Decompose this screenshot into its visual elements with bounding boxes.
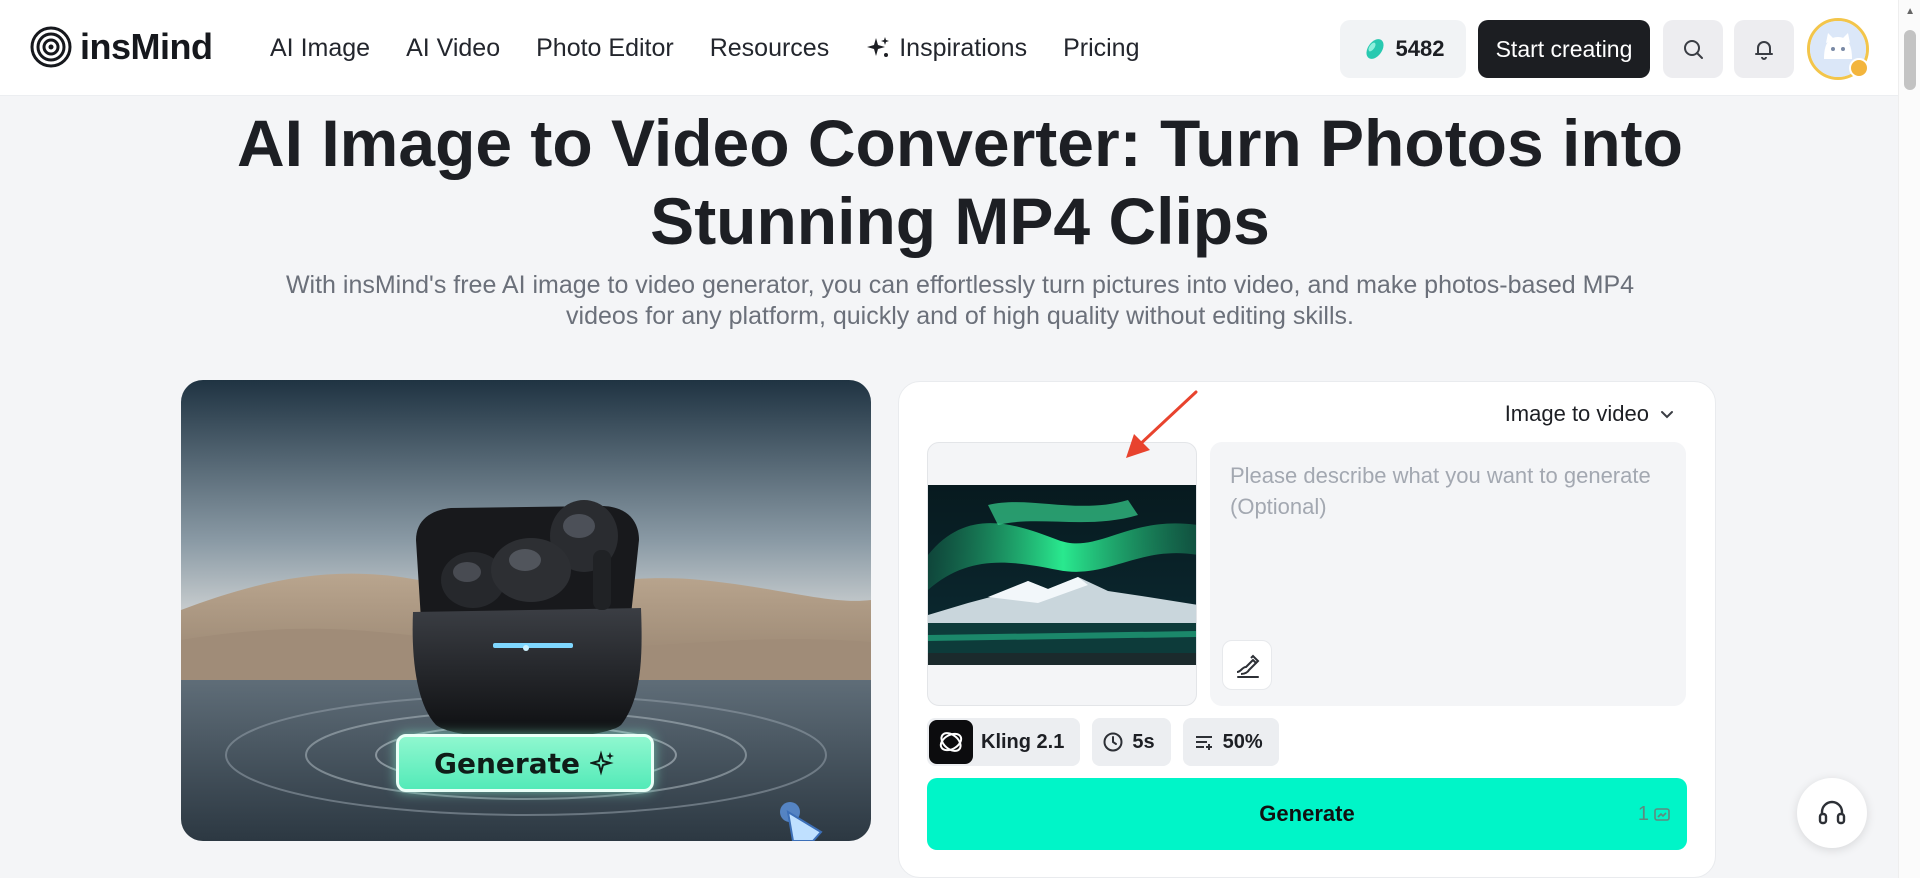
model-name: Kling 2.1 <box>981 730 1065 753</box>
nav-inspirations-label: Inspirations <box>899 33 1028 62</box>
nav-pricing[interactable]: Pricing <box>1063 34 1139 63</box>
search-icon <box>1684 40 1703 59</box>
credits-balance[interactable]: 5482 <box>1340 20 1466 78</box>
nav-inspirations[interactable]: Inspirations <box>865 34 1027 63</box>
nav-resources[interactable]: Resources <box>710 34 830 63</box>
model-selector[interactable]: Kling 2.1 <box>927 718 1081 766</box>
customer-support-button[interactable] <box>1797 778 1867 848</box>
scrollbar-thumb[interactable] <box>1904 30 1916 90</box>
generate-label: Generate <box>1259 801 1355 826</box>
nav-ai-video[interactable]: AI Video <box>406 34 500 63</box>
preview-generate-label: Generate <box>434 746 580 780</box>
top-navigation-bar: insMind AI Image AI Video Photo Editor R… <box>0 0 1920 96</box>
demo-preview-image: Generate <box>181 380 871 841</box>
preview-generate-button: Generate <box>396 734 654 792</box>
page-subtitle-line-1: With insMind's free AI image to video ge… <box>285 271 1635 299</box>
kling-logo-icon <box>929 720 973 764</box>
magic-sparkle-icon <box>589 750 614 776</box>
mode-dropdown[interactable]: Image to video <box>1505 396 1675 432</box>
generation-options: Kling 2.1 5s 50% <box>927 718 1279 766</box>
nav-ai-image[interactable]: AI Image <box>270 34 370 63</box>
credit-cost-icon <box>1654 808 1670 821</box>
search-button[interactable] <box>1663 20 1723 78</box>
duration-selector[interactable]: 5s <box>1092 718 1171 766</box>
start-creating-button[interactable]: Start creating <box>1478 20 1650 78</box>
sparkle-icon <box>867 37 890 57</box>
clock-icon <box>1103 732 1123 752</box>
main-nav: AI Image AI Video Photo Editor Resources… <box>270 0 1140 96</box>
generate-cost-value: 1 <box>1637 802 1649 825</box>
page-subtitle-line-2: videos for any platform, quickly and of … <box>566 302 1354 330</box>
notifications-button[interactable] <box>1734 20 1794 78</box>
page-title: AI Image to Video Converter: Turn Photos… <box>0 104 1920 260</box>
credits-count: 5482 <box>1395 36 1445 61</box>
uploaded-image-slot[interactable] <box>927 442 1197 706</box>
page-title-line-2: Stunning MP4 Clips <box>650 184 1270 258</box>
prompt-enhance-button[interactable] <box>1222 640 1272 690</box>
bell-icon <box>1755 41 1773 60</box>
scroll-up-arrow-icon[interactable]: ▲ <box>1905 6 1915 17</box>
mode-dropdown-value: Image to video <box>1504 401 1649 426</box>
credit-bean-icon <box>1365 39 1384 59</box>
annotation-arrow-icon <box>1126 390 1198 458</box>
strength-selector[interactable]: 50% <box>1182 718 1279 766</box>
hand-pen-icon <box>1236 654 1260 678</box>
duration-value: 5s <box>1132 730 1155 753</box>
nav-photo-editor[interactable]: Photo Editor <box>536 34 674 63</box>
aurora-thumbnail-image <box>928 485 1196 665</box>
prompt-placeholder: Please describe what you want to generat… <box>1230 463 1651 519</box>
generate-button[interactable]: Generate 1 <box>927 778 1687 850</box>
chevron-down-icon <box>1661 411 1673 419</box>
sliders-list-icon <box>1195 736 1212 750</box>
strength-value: 50% <box>1222 730 1263 753</box>
insmind-logo[interactable]: insMind <box>30 26 213 68</box>
vip-badge-icon <box>1849 58 1869 78</box>
page-title-line-1: AI Image to Video Converter: Turn Photos… <box>237 106 1683 180</box>
headset-icon <box>1818 800 1846 825</box>
generator-panel: Image to video Please describe what you … <box>898 381 1716 878</box>
logo-mark-icon <box>30 26 72 68</box>
prompt-textarea[interactable]: Please describe what you want to generat… <box>1210 442 1686 706</box>
page-subtitle: With insMind's free AI image to video ge… <box>230 270 1690 332</box>
generate-cost: 1 <box>1638 778 1671 850</box>
logo-text: insMind <box>80 26 213 67</box>
user-avatar[interactable] <box>1807 18 1869 80</box>
